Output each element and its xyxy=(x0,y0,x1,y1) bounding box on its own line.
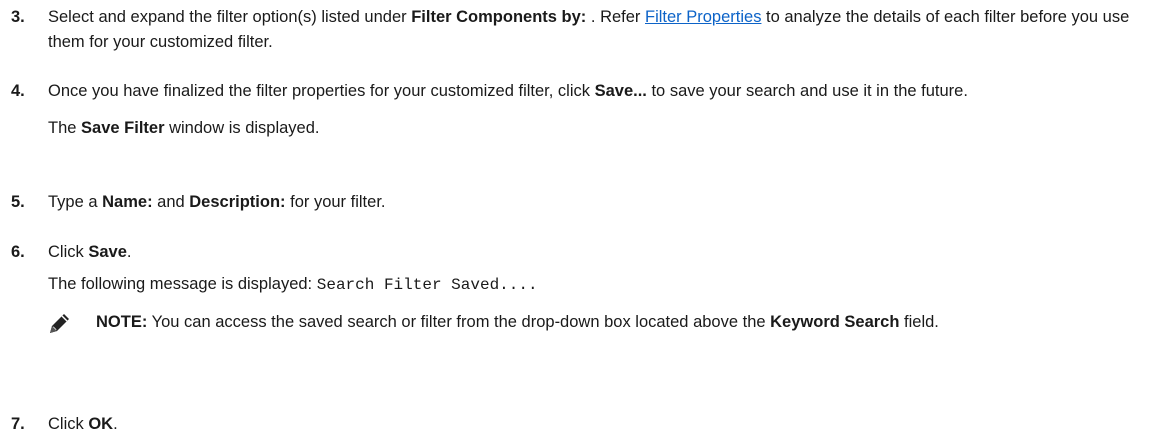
step-body: Type a Name: and Description: for your f… xyxy=(48,190,1148,215)
text-run: You can access the saved search or filte… xyxy=(147,313,771,331)
text-run: The following message is displayed: xyxy=(48,275,317,293)
text-run: and xyxy=(152,193,190,211)
text-run: . xyxy=(126,243,132,261)
step-text: Click OK. xyxy=(48,412,1148,437)
step-body: Select and expand the filter option(s) l… xyxy=(48,5,1148,55)
step-text: Select and expand the filter option(s) l… xyxy=(48,5,1148,55)
document-page: 3. Select and expand the filter option(s… xyxy=(0,0,1172,447)
text-run: Type a xyxy=(48,193,103,211)
text-run: . xyxy=(113,415,118,433)
ui-term-filter-components: Filter Components by: xyxy=(411,8,587,26)
step-text: Click Save. xyxy=(48,240,1148,265)
text-run: to save your search and use it in the fu… xyxy=(646,82,968,100)
step-number: 4. xyxy=(11,82,25,100)
step-number: 6. xyxy=(11,243,25,261)
step-body: Click OK. xyxy=(48,412,1148,437)
text-run: Click xyxy=(48,415,89,433)
ui-term-keyword-search: Keyword Search xyxy=(770,313,900,331)
text-run: The xyxy=(48,119,82,137)
step-result: The following message is displayed: Sear… xyxy=(48,272,1148,298)
note-text: NOTE: You can access the saved search or… xyxy=(96,310,1148,335)
note-block: NOTE: You can access the saved search or… xyxy=(48,310,1148,335)
text-run: for your filter. xyxy=(285,193,386,211)
text-run: Select and expand the filter option(s) l… xyxy=(48,8,412,26)
ui-term-save: Save... xyxy=(594,82,647,100)
step-text: Type a Name: and Description: for your f… xyxy=(48,190,1148,215)
filter-properties-link[interactable]: Filter Properties xyxy=(645,8,761,26)
text-run: Once you have finalized the filter prope… xyxy=(48,82,595,100)
note-label: NOTE: xyxy=(96,313,148,331)
system-message-text: Search Filter Saved.... xyxy=(316,276,538,294)
text-run: . Refer xyxy=(586,8,645,26)
ui-term-save: Save xyxy=(88,243,127,261)
ui-term-name: Name: xyxy=(102,193,153,211)
text-run: window is displayed. xyxy=(164,119,320,137)
step-body: Click Save. The following message is dis… xyxy=(48,240,1148,335)
pencil-note-icon xyxy=(50,314,69,333)
step-number: 7. xyxy=(11,415,25,433)
ui-term-ok: OK xyxy=(88,415,114,433)
text-run: field. xyxy=(899,313,939,331)
text-run: Click xyxy=(48,243,89,261)
step-body: Once you have finalized the filter prope… xyxy=(48,79,1148,141)
step-result: The Save Filter window is displayed. xyxy=(48,116,1148,141)
step-number: 5. xyxy=(11,193,25,211)
step-text: Once you have finalized the filter prope… xyxy=(48,79,1148,104)
ui-term-save-filter: Save Filter xyxy=(81,119,165,137)
step-number: 3. xyxy=(11,8,25,26)
ui-term-description: Description: xyxy=(189,193,286,211)
